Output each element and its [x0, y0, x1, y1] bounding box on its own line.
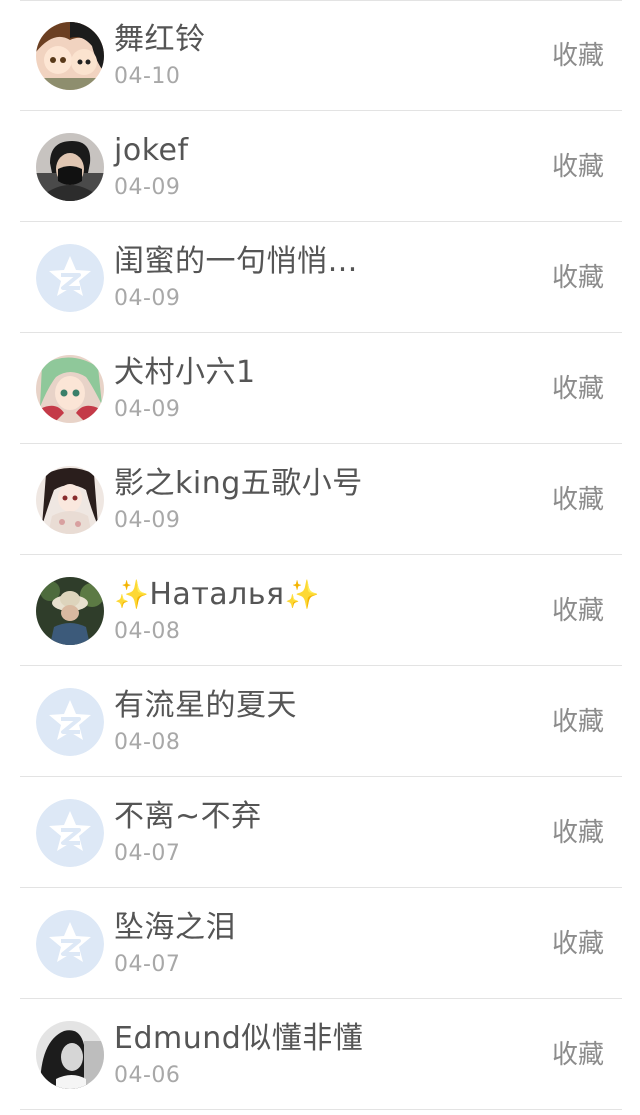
contact-date: 04-09 — [114, 397, 181, 422]
contact-name: 不离~不弃 — [114, 799, 262, 834]
contact-name: 坠海之泪 — [114, 910, 236, 945]
contact-name: jokef — [114, 133, 189, 168]
list-item[interactable]: 有流星的夏天 04-08 收藏 — [0, 666, 640, 777]
favorite-button[interactable]: 收藏 — [552, 593, 604, 629]
contact-date: 04-07 — [114, 841, 181, 866]
contact-date: 04-09 — [114, 175, 181, 200]
list-item[interactable]: Edmund似懂非懂 04-06 收藏 — [0, 999, 640, 1110]
default-avatar[interactable] — [36, 910, 104, 978]
avatar[interactable] — [36, 1021, 104, 1089]
favorite-button[interactable]: 收藏 — [552, 815, 604, 851]
contact-date: 04-10 — [114, 64, 181, 89]
avatar[interactable] — [36, 133, 104, 201]
contact-name: 影之king五歌小号 — [114, 466, 363, 501]
list-item[interactable]: 不离~不弃 04-07 收藏 — [0, 777, 640, 888]
list-item[interactable]: 闺蜜的一句悄悄… 04-09 收藏 — [0, 222, 640, 333]
default-avatar[interactable] — [36, 688, 104, 756]
favorites-list: 舞红铃 04-10 收藏 jokef 04-09 收藏 闺蜜的一句悄悄… 04-… — [0, 0, 640, 1110]
favorite-button[interactable]: 收藏 — [552, 926, 604, 962]
avatar[interactable] — [36, 22, 104, 90]
contact-name: 有流星的夏天 — [114, 688, 297, 723]
contact-date: 04-07 — [114, 952, 181, 977]
list-item[interactable]: 坠海之泪 04-07 收藏 — [0, 888, 640, 999]
favorite-button[interactable]: 收藏 — [552, 371, 604, 407]
list-item[interactable]: jokef 04-09 收藏 — [0, 111, 640, 222]
favorite-button[interactable]: 收藏 — [552, 149, 604, 185]
favorite-button[interactable]: 收藏 — [552, 482, 604, 518]
favorite-button[interactable]: 收藏 — [552, 704, 604, 740]
contact-name: ✨Наталья✨ — [114, 573, 320, 617]
default-avatar[interactable] — [36, 244, 104, 312]
favorite-button[interactable]: 收藏 — [552, 260, 604, 296]
contact-date: 04-08 — [114, 730, 181, 755]
default-avatar[interactable] — [36, 799, 104, 867]
contact-date: 04-09 — [114, 286, 181, 311]
list-item[interactable]: 舞红铃 04-10 收藏 — [0, 0, 640, 111]
list-item[interactable]: 影之king五歌小号 04-09 收藏 — [0, 444, 640, 555]
divider — [20, 1109, 622, 1110]
avatar[interactable] — [36, 577, 104, 645]
avatar[interactable] — [36, 355, 104, 423]
contact-name: 闺蜜的一句悄悄… — [114, 244, 358, 279]
contact-name: 舞红铃 — [114, 22, 206, 57]
sparkle-icon: ✨ — [284, 578, 320, 611]
list-item[interactable]: 犬村小六1 04-09 收藏 — [0, 333, 640, 444]
contact-date: 04-09 — [114, 508, 181, 533]
list-item[interactable]: ✨Наталья✨ 04-08 收藏 — [0, 555, 640, 666]
contact-name: Edmund似懂非懂 — [114, 1021, 364, 1056]
favorite-button[interactable]: 收藏 — [552, 1037, 604, 1073]
contact-name-text: Наталья — [149, 577, 285, 612]
contact-date: 04-06 — [114, 1063, 181, 1088]
avatar[interactable] — [36, 466, 104, 534]
favorite-button[interactable]: 收藏 — [552, 38, 604, 74]
contact-date: 04-08 — [114, 619, 181, 644]
sparkle-icon: ✨ — [114, 578, 150, 611]
contact-name: 犬村小六1 — [114, 355, 256, 390]
